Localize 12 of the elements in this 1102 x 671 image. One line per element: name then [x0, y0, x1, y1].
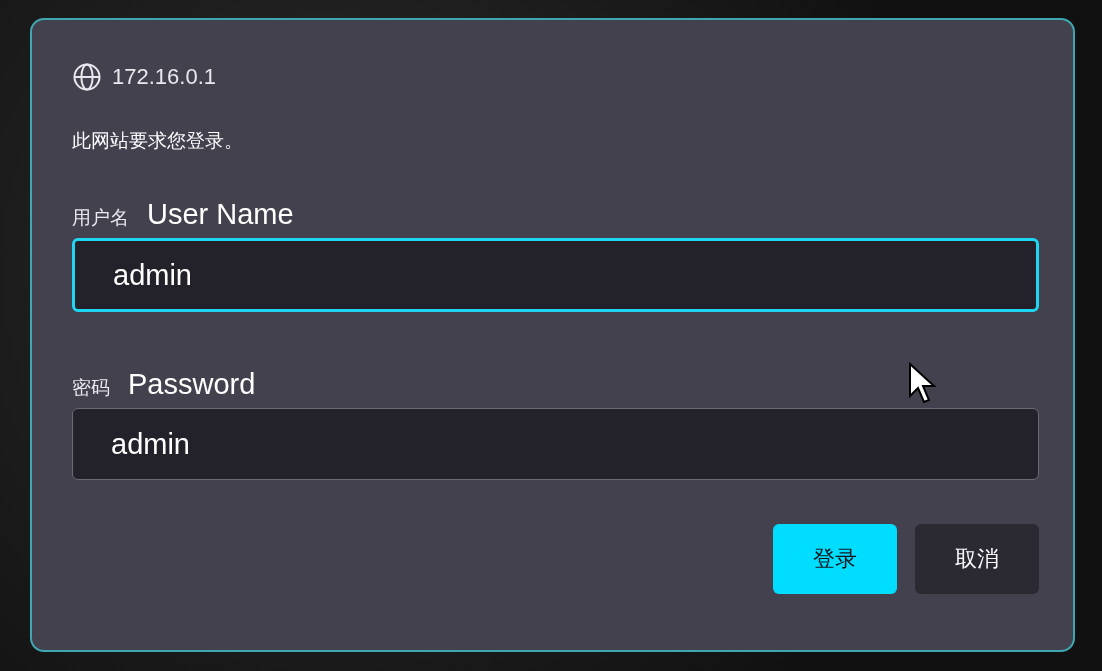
field-annotation: Password [128, 368, 256, 401]
field-label: 密码 [72, 376, 110, 400]
input-field[interactable]: admin [72, 238, 1039, 312]
cancel-button[interactable]: 取消 [915, 524, 1039, 594]
field-label: 用户名 [72, 206, 129, 230]
site-address: 172.16.0.1 [112, 64, 216, 90]
input-field[interactable]: admin [72, 408, 1039, 480]
login-message: 此网站要求您登录。 [72, 129, 244, 153]
field-annotation: User Name [147, 198, 294, 231]
login-button[interactable]: 登录 [773, 524, 897, 594]
globe-icon [72, 62, 102, 92]
pointer-icon [908, 362, 936, 404]
